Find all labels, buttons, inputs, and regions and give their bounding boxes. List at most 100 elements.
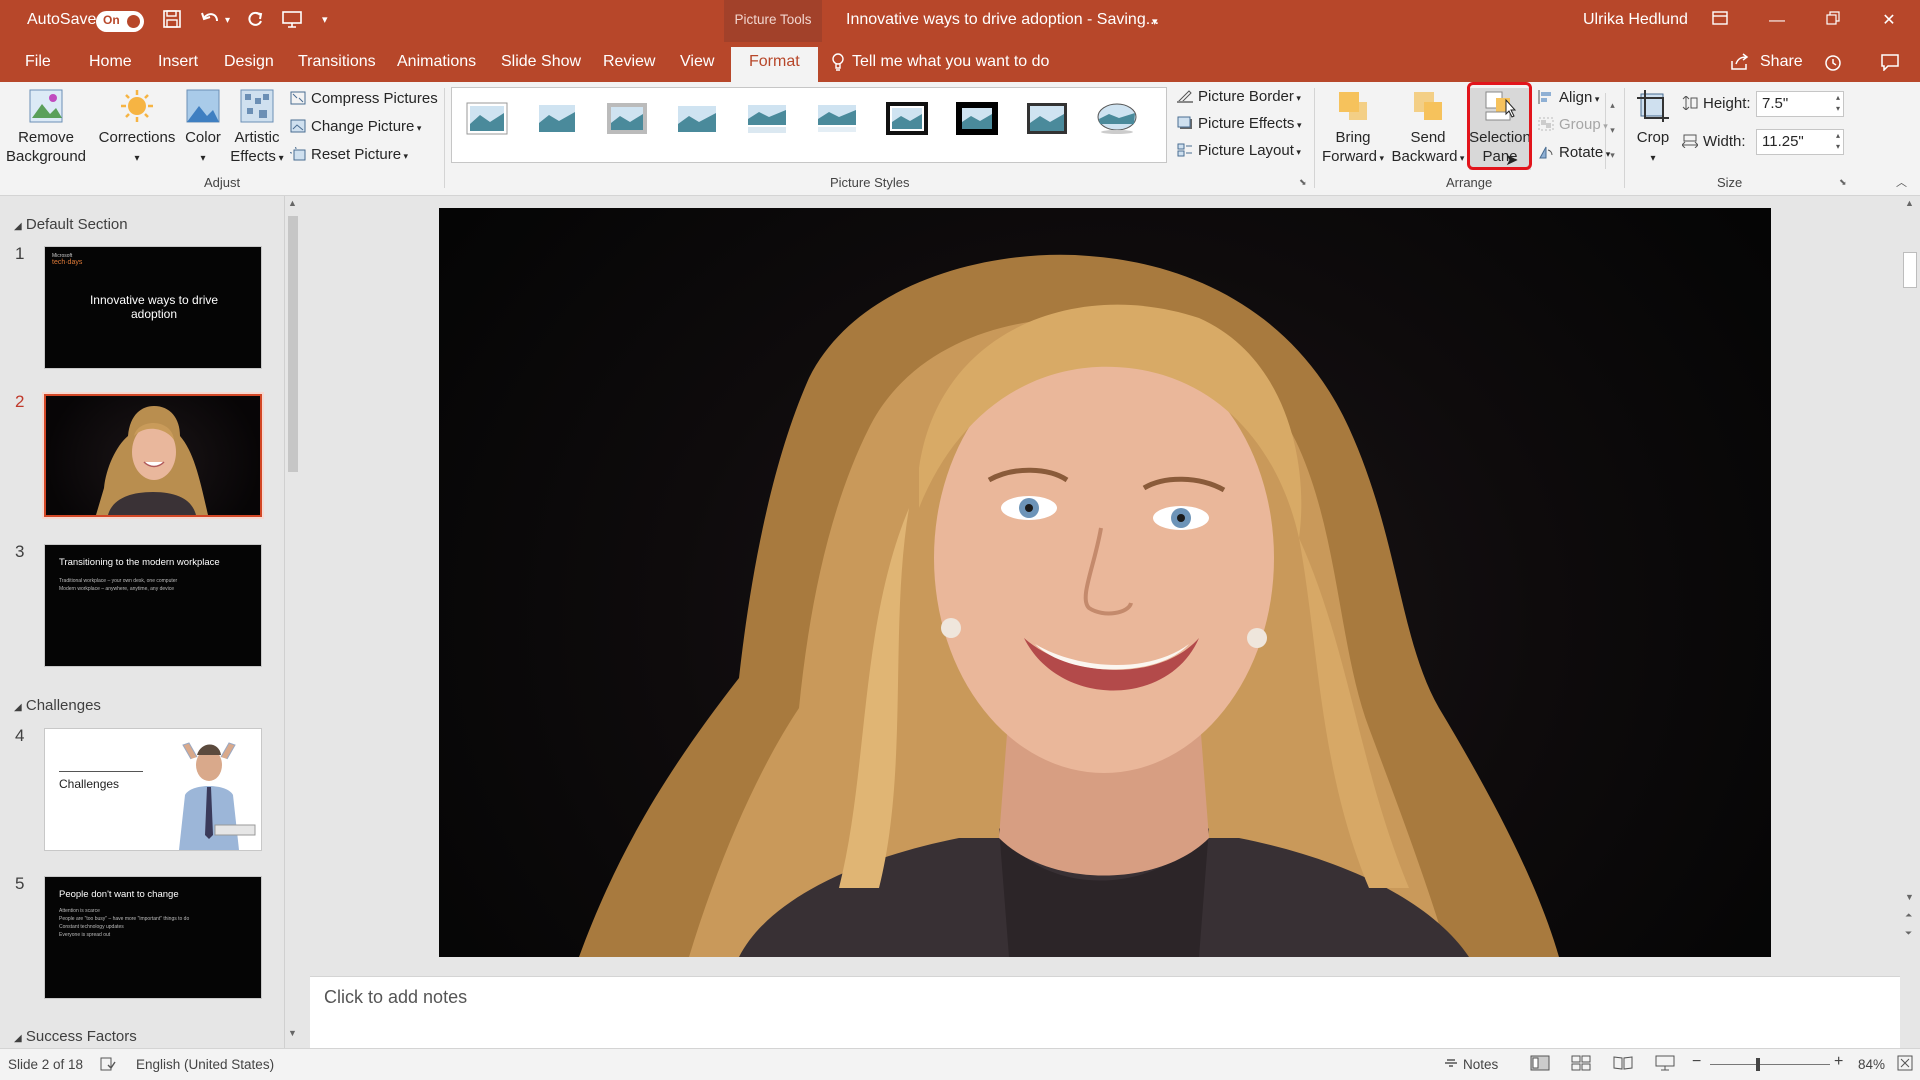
style-drop-shadow[interactable] bbox=[676, 102, 718, 135]
section-default[interactable]: ◢ Default Section bbox=[14, 216, 128, 233]
next-slide-icon[interactable]: ⏷ bbox=[1905, 928, 1912, 939]
style-metal-frame[interactable] bbox=[606, 102, 648, 135]
slide-thumbnail-1[interactable]: Microsoft tech·days Innovative ways to d… bbox=[44, 246, 262, 369]
ribbon-display-options-icon[interactable] bbox=[1700, 6, 1740, 36]
reading-view-icon[interactable] bbox=[1613, 1055, 1633, 1074]
undo-icon[interactable] bbox=[200, 9, 222, 34]
align-button[interactable]: Align ▾ bbox=[1538, 89, 1599, 106]
send-backward-button[interactable]: Send Backward ▾ bbox=[1388, 88, 1468, 168]
normal-view-icon[interactable] bbox=[1530, 1055, 1550, 1074]
slide-show-view-icon[interactable] bbox=[1655, 1055, 1675, 1074]
share-button[interactable]: Share bbox=[1760, 53, 1803, 71]
style-rounded-shadow[interactable] bbox=[1026, 102, 1068, 135]
reset-picture-button[interactable]: Reset Picture ▾ bbox=[290, 146, 408, 163]
style-black-frame[interactable] bbox=[886, 102, 928, 135]
zoom-out-icon[interactable]: − bbox=[1692, 1053, 1701, 1071]
previous-slide-icon[interactable]: ⏶ bbox=[1905, 910, 1912, 921]
slide-thumbnail-5[interactable]: People don't want to change Attention is… bbox=[44, 876, 262, 999]
save-icon[interactable] bbox=[162, 9, 182, 34]
thumb-bullet: Constant technology updates bbox=[59, 924, 124, 930]
portrait-photo[interactable] bbox=[439, 208, 1771, 957]
section-success-factors[interactable]: ◢ Success Factors bbox=[14, 1028, 137, 1045]
corrections-button[interactable]: Corrections ▾ bbox=[94, 88, 180, 168]
spell-check-icon[interactable] bbox=[100, 1057, 116, 1074]
redo-icon[interactable] bbox=[245, 9, 265, 34]
language[interactable]: English (United States) bbox=[136, 1057, 274, 1072]
minimize-icon[interactable]: — bbox=[1757, 6, 1797, 36]
picture-border-button[interactable]: Picture Border ▾ bbox=[1177, 88, 1301, 105]
tell-me-search[interactable]: Tell me what you want to do bbox=[852, 53, 1049, 71]
scroll-thumb[interactable] bbox=[1903, 252, 1917, 288]
scroll-up-icon[interactable]: ▲ bbox=[288, 198, 297, 208]
rotate-button[interactable]: Rotate ▾ bbox=[1538, 144, 1610, 161]
notes-button[interactable]: Notes bbox=[1463, 1057, 1498, 1072]
notes-pane[interactable]: Click to add notes bbox=[310, 976, 1902, 1048]
bring-forward-button[interactable]: Bring Forward ▾ bbox=[1318, 88, 1388, 168]
tab-home[interactable]: Home bbox=[89, 53, 132, 71]
undo-dropdown-icon[interactable]: ▾ bbox=[225, 15, 230, 26]
picture-styles-launcher-icon[interactable]: ⬊ bbox=[1299, 177, 1307, 188]
height-spinner-icon[interactable]: ▴ ▾ bbox=[1836, 92, 1840, 114]
tab-review[interactable]: Review bbox=[603, 53, 655, 71]
collapse-ribbon-icon[interactable]: ︿ bbox=[1896, 174, 1907, 190]
history-icon[interactable] bbox=[1823, 53, 1843, 78]
slide-thumbnail-2[interactable] bbox=[42, 392, 264, 519]
change-picture-button[interactable]: Change Picture ▾ bbox=[290, 118, 421, 135]
zoom-slider-thumb[interactable] bbox=[1756, 1058, 1760, 1071]
customize-qat-icon[interactable]: ▾ bbox=[322, 13, 328, 26]
scroll-down-icon[interactable]: ▼ bbox=[1905, 892, 1914, 902]
slide-thumbnail-3[interactable]: Transitioning to the modern workplace Tr… bbox=[44, 544, 262, 667]
zoom-in-icon[interactable]: + bbox=[1834, 1053, 1843, 1071]
style-reflected[interactable] bbox=[746, 102, 788, 135]
style-simple-frame[interactable] bbox=[466, 102, 508, 135]
tab-view[interactable]: View bbox=[680, 53, 714, 71]
tab-insert[interactable]: Insert bbox=[158, 53, 198, 71]
style-soft-reflected[interactable] bbox=[816, 102, 858, 135]
gallery-up-icon[interactable]: ▴ bbox=[1606, 93, 1619, 118]
close-icon[interactable]: ✕ bbox=[1869, 6, 1909, 36]
present-from-beginning-icon[interactable] bbox=[281, 9, 303, 34]
share-icon[interactable] bbox=[1730, 53, 1750, 76]
artistic-effects-button[interactable]: Artistic Effects ▾ bbox=[226, 88, 288, 168]
style-soft-edge[interactable] bbox=[536, 102, 578, 135]
picture-effects-button[interactable]: Picture Effects ▾ bbox=[1177, 115, 1301, 132]
title-dropdown-icon[interactable]: ▾ bbox=[1152, 15, 1158, 28]
crop-button[interactable]: Crop ▾ bbox=[1628, 88, 1678, 168]
scroll-up-icon[interactable]: ▲ bbox=[1905, 198, 1914, 208]
zoom-level[interactable]: 84% bbox=[1858, 1057, 1885, 1072]
comments-icon[interactable] bbox=[1880, 53, 1900, 76]
user-name[interactable]: Ulrika Hedlund bbox=[1583, 11, 1688, 29]
fit-to-window-icon[interactable] bbox=[1897, 1055, 1913, 1074]
width-input[interactable]: 11.25" ▴ ▾ bbox=[1756, 129, 1844, 155]
tab-animations[interactable]: Animations bbox=[397, 53, 476, 71]
slide-vertical-scrollbar[interactable]: ▲ ▼ ⏶ ⏷ bbox=[1900, 196, 1920, 1048]
restore-icon[interactable] bbox=[1813, 6, 1853, 36]
size-launcher-icon[interactable]: ⬊ bbox=[1839, 177, 1847, 188]
slide-sorter-view-icon[interactable] bbox=[1571, 1055, 1591, 1074]
width-spinner-icon[interactable]: ▴ ▾ bbox=[1836, 130, 1840, 152]
tab-file[interactable]: File bbox=[25, 53, 51, 71]
tab-slide-show[interactable]: Slide Show bbox=[501, 53, 581, 71]
zoom-slider[interactable] bbox=[1710, 1064, 1830, 1065]
scroll-down-icon[interactable]: ▼ bbox=[288, 1028, 297, 1038]
current-slide[interactable] bbox=[439, 208, 1771, 957]
style-thick-black-frame[interactable] bbox=[956, 102, 998, 135]
section-challenges[interactable]: ◢ Challenges bbox=[14, 697, 101, 714]
slide-thumbnail-4[interactable]: Challenges bbox=[44, 728, 262, 851]
tab-design[interactable]: Design bbox=[224, 53, 274, 71]
style-oval[interactable] bbox=[1096, 102, 1138, 135]
autosave-toggle[interactable]: On bbox=[96, 11, 144, 32]
tab-format[interactable]: Format bbox=[731, 47, 818, 82]
compress-pictures-button[interactable]: Compress Pictures bbox=[290, 90, 438, 107]
picture-layout-button[interactable]: Picture Layout ▾ bbox=[1177, 142, 1301, 159]
color-button[interactable]: Color ▾ bbox=[181, 88, 225, 168]
tab-transitions[interactable]: Transitions bbox=[298, 53, 376, 71]
thumbnail-panel-scrollbar[interactable]: ▲ ▼ bbox=[284, 196, 300, 1048]
slide-number: 5 bbox=[15, 874, 25, 893]
thumb-bullet: Attention is scarce bbox=[59, 908, 100, 914]
scroll-thumb[interactable] bbox=[288, 216, 298, 472]
remove-background-button[interactable]: Remove Background bbox=[4, 88, 88, 166]
height-input[interactable]: 7.5" ▴ ▾ bbox=[1756, 91, 1844, 117]
autosave-label: AutoSave bbox=[27, 11, 97, 28]
group-button[interactable]: Group ▾ bbox=[1538, 116, 1608, 133]
